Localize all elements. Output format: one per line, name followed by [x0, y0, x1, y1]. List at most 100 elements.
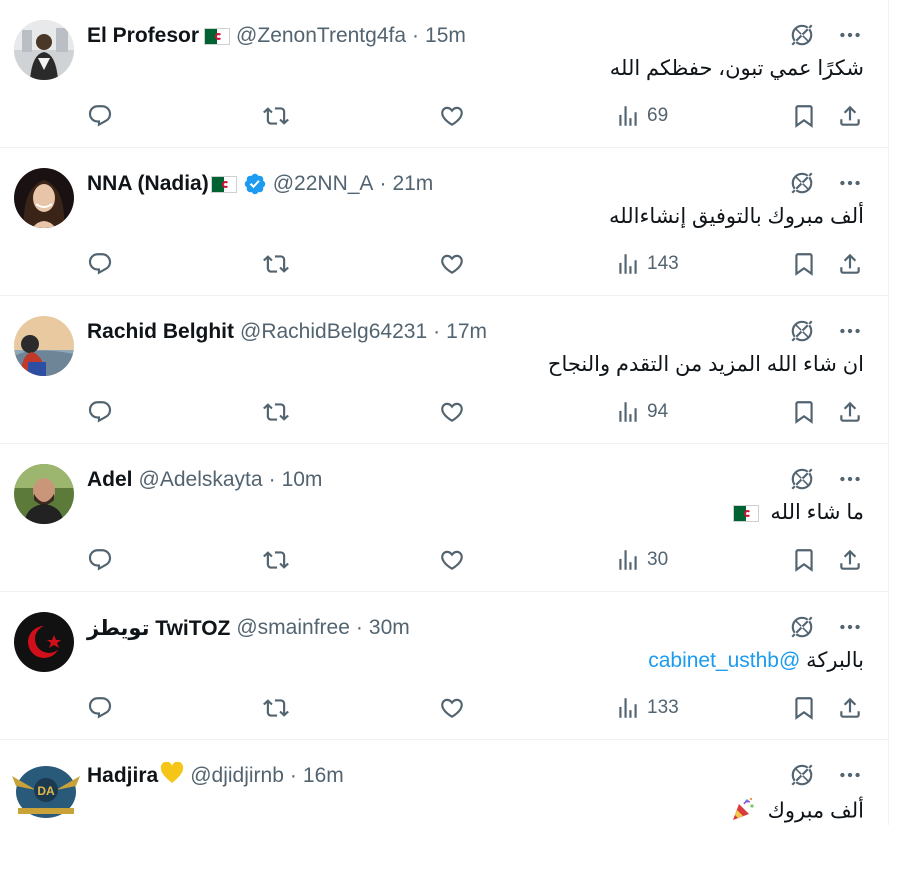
- retweet-icon: [263, 103, 289, 129]
- display-name[interactable]: NNA (Nadia): [87, 172, 209, 196]
- display-name[interactable]: تويطز TwiTOZ: [87, 616, 230, 641]
- views-count: 133: [647, 697, 679, 718]
- grok-icon[interactable]: [789, 614, 815, 640]
- more-icon[interactable]: [837, 170, 863, 196]
- views-icon: [615, 695, 641, 721]
- like-button[interactable]: [439, 103, 465, 129]
- like-button[interactable]: [439, 547, 465, 573]
- display-name[interactable]: Adel: [87, 468, 133, 492]
- views-count: 94: [647, 401, 669, 422]
- tweet-header: NNA (Nadia) @22NN_A · 21m: [87, 170, 433, 198]
- timestamp[interactable]: 10m: [282, 468, 323, 492]
- username[interactable]: @Adelskayta: [139, 468, 263, 492]
- views-button[interactable]: 69: [615, 103, 668, 129]
- avatar[interactable]: [14, 20, 74, 80]
- tweet-text: ألف مبروك: [730, 796, 864, 828]
- tweet-text: شكرًا عمي تبون، حفظكم الله: [609, 57, 864, 80]
- tweet[interactable]: Rachid Belghit @RachidBelg64231 · 17m ان…: [0, 296, 888, 444]
- retweet-button[interactable]: [263, 251, 289, 277]
- views-count: 69: [647, 105, 669, 126]
- tweet[interactable]: DA Hadjira @djidjirnb · 16m ألف مبروك: [0, 740, 888, 887]
- grok-icon[interactable]: [789, 318, 815, 344]
- grok-icon[interactable]: [789, 762, 815, 788]
- avatar[interactable]: [14, 612, 74, 672]
- username[interactable]: @ZenonTrentg4fa: [236, 24, 406, 48]
- yellow-heart-icon: [160, 761, 184, 790]
- share-button[interactable]: [837, 399, 863, 425]
- views-icon: [615, 103, 641, 129]
- more-icon[interactable]: [837, 318, 863, 344]
- bookmark-button[interactable]: [791, 103, 817, 129]
- tweet-text: ان شاء الله المزيد من التقدم والنجاح: [547, 353, 864, 376]
- retweet-button[interactable]: [263, 695, 289, 721]
- timestamp[interactable]: 21m: [392, 172, 433, 196]
- views-button[interactable]: 94: [615, 399, 668, 425]
- reply-button[interactable]: [87, 251, 113, 277]
- share-button[interactable]: [837, 251, 863, 277]
- views-button[interactable]: 133: [615, 695, 679, 721]
- more-icon[interactable]: [837, 22, 863, 48]
- avatar[interactable]: [14, 168, 74, 228]
- bookmark-button[interactable]: [791, 547, 817, 573]
- share-button[interactable]: [837, 547, 863, 573]
- reply-button[interactable]: [87, 547, 113, 573]
- more-icon[interactable]: [837, 466, 863, 492]
- tweet-header: Rachid Belghit @RachidBelg64231 · 17m: [87, 318, 487, 346]
- avatar[interactable]: [14, 316, 74, 376]
- username[interactable]: @djidjirnb: [190, 764, 284, 788]
- username[interactable]: @22NN_A: [273, 172, 374, 196]
- bookmark-button[interactable]: [791, 695, 817, 721]
- share-button[interactable]: [837, 695, 863, 721]
- tweet[interactable]: Adel @Adelskayta · 10m ما شاء الله 30: [0, 444, 888, 592]
- tweet-top-actions: [789, 466, 863, 492]
- tweet-top-actions: [789, 170, 863, 196]
- tweet-text-content: بالبركة: [806, 649, 864, 672]
- timestamp[interactable]: 15m: [425, 24, 466, 48]
- tweet-top-actions: [789, 22, 863, 48]
- tweet[interactable]: El Profesor @ZenonTrentg4fa · 15m شكرًا …: [0, 0, 888, 148]
- tweet-actions: 133: [0, 692, 888, 726]
- grok-icon[interactable]: [789, 466, 815, 492]
- avatar[interactable]: DA: [6, 756, 86, 826]
- timestamp[interactable]: 30m: [369, 616, 410, 640]
- timestamp[interactable]: 17m: [446, 320, 487, 344]
- views-button[interactable]: 143: [615, 251, 679, 277]
- verified-badge-icon[interactable]: [243, 172, 267, 196]
- share-icon: [837, 251, 863, 277]
- reply-button[interactable]: [87, 399, 113, 425]
- display-name[interactable]: El Profesor: [87, 24, 199, 48]
- reply-button[interactable]: [87, 695, 113, 721]
- tweet-actions: 143: [0, 248, 888, 282]
- tweet[interactable]: NNA (Nadia) @22NN_A · 21m ألف مبروك بالت…: [0, 148, 888, 296]
- bookmark-button[interactable]: [791, 251, 817, 277]
- tweet[interactable]: تويطز TwiTOZ @smainfree · 30m بالبركة @c…: [0, 592, 888, 740]
- algeria-flag-icon: [732, 504, 759, 522]
- reply-icon: [87, 547, 113, 573]
- grok-icon[interactable]: [789, 170, 815, 196]
- timestamp[interactable]: 16m: [303, 764, 344, 788]
- like-button[interactable]: [439, 399, 465, 425]
- display-name[interactable]: Hadjira: [87, 764, 158, 788]
- username[interactable]: @RachidBelg64231: [240, 320, 427, 344]
- avatar[interactable]: [14, 464, 74, 524]
- avatar-logo-text: DA: [37, 784, 55, 798]
- tweet-actions: 69: [0, 100, 888, 134]
- retweet-button[interactable]: [263, 547, 289, 573]
- mention-link[interactable]: @cabinet_usthb: [648, 649, 800, 672]
- tweet-header: El Profesor @ZenonTrentg4fa · 15m: [87, 22, 466, 50]
- display-name[interactable]: Rachid Belghit: [87, 320, 234, 344]
- like-button[interactable]: [439, 251, 465, 277]
- more-icon[interactable]: [837, 614, 863, 640]
- like-button[interactable]: [439, 695, 465, 721]
- more-icon[interactable]: [837, 762, 863, 788]
- grok-icon[interactable]: [789, 22, 815, 48]
- username[interactable]: @smainfree: [236, 616, 350, 640]
- views-button[interactable]: 30: [615, 547, 668, 573]
- bookmark-button[interactable]: [791, 399, 817, 425]
- retweet-button[interactable]: [263, 399, 289, 425]
- tweet-text: بالبركة @cabinet_usthb: [648, 648, 864, 673]
- retweet-button[interactable]: [263, 103, 289, 129]
- separator-dot: ·: [289, 764, 297, 787]
- share-button[interactable]: [837, 103, 863, 129]
- reply-button[interactable]: [87, 103, 113, 129]
